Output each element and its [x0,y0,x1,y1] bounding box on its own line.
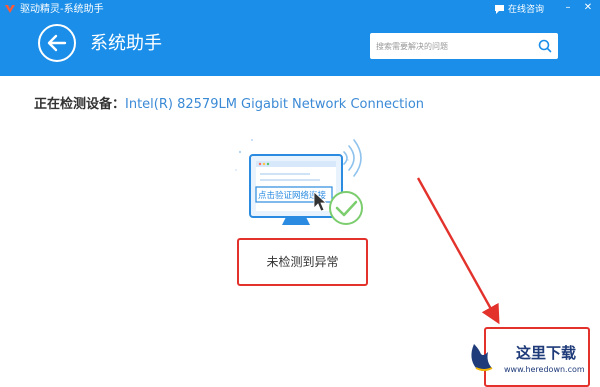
watermark-logo-icon [471,344,493,371]
watermark: 这里下载 www.heredown.com [471,344,585,374]
annotation-arrow [416,177,500,325]
watermark-cn: 这里下载 [516,344,576,362]
watermark-en: www.heredown.com [504,365,585,374]
